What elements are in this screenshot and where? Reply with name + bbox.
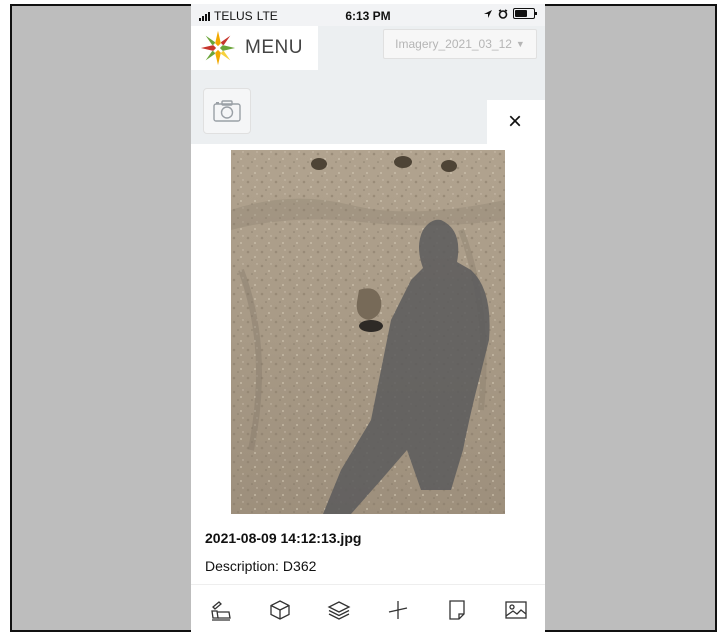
- phone-screen: TELUS LTE 6:13 PM MENU Imagery_2021_03_1…: [191, 4, 545, 634]
- status-bar: TELUS LTE 6:13 PM: [191, 4, 545, 26]
- page-icon: [448, 600, 465, 620]
- toolbar-page-button[interactable]: [443, 596, 471, 624]
- photo-description: Description: D362: [205, 558, 316, 574]
- status-icons: [483, 8, 537, 19]
- menu-button[interactable]: MENU: [191, 26, 318, 70]
- toolbar-layers-button[interactable]: [325, 596, 353, 624]
- location-icon: [484, 9, 492, 18]
- chevron-down-icon: ▼: [515, 39, 525, 49]
- camera-icon: [213, 100, 241, 122]
- close-button[interactable]: ×: [503, 110, 527, 134]
- image-icon: [504, 601, 527, 619]
- description-label: Description:: [205, 558, 279, 574]
- description-value: D362: [282, 558, 317, 574]
- toolbar-image-button[interactable]: [502, 596, 530, 624]
- camera-button[interactable]: [203, 88, 251, 134]
- toolbar-3d-button[interactable]: [266, 596, 294, 624]
- layers-icon: [327, 601, 350, 620]
- imagery-select[interactable]: Imagery_2021_03_12 ▼: [383, 29, 537, 59]
- map-drawing-icon: [210, 601, 231, 621]
- photo-filename: 2021-08-09 14:12:13.jpg: [205, 530, 362, 546]
- field-photo-image[interactable]: [231, 150, 505, 514]
- bottom-toolbar: [191, 584, 545, 634]
- 3d-box-icon: [269, 600, 290, 620]
- toolbar-map-drawing-button[interactable]: [207, 596, 235, 624]
- alarm-icon: [498, 8, 508, 19]
- menu-label: MENU: [245, 37, 303, 58]
- app-logo-icon: [200, 30, 236, 66]
- measure-icon: [388, 601, 407, 619]
- imagery-select-value: Imagery_2021_03_12: [395, 37, 512, 51]
- battery-icon: [513, 8, 537, 19]
- toolbar-measure-button[interactable]: [384, 596, 412, 624]
